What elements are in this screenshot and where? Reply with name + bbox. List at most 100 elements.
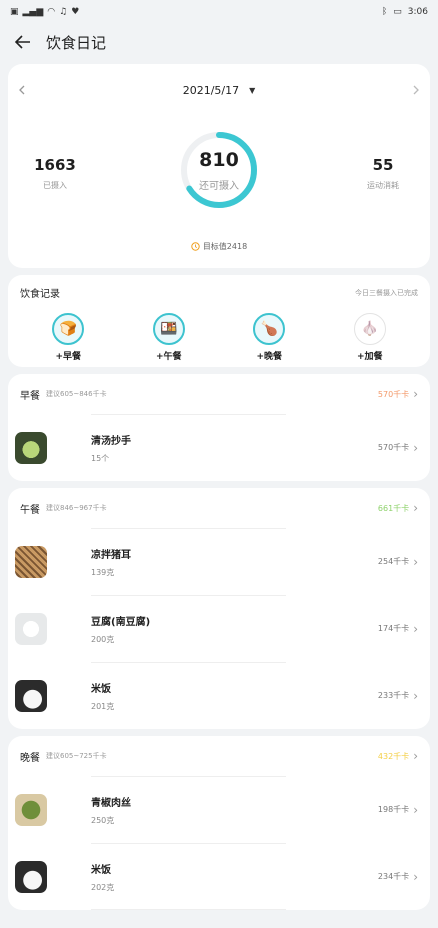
food-kcal: 233千卡 — [377, 691, 410, 700]
divider — [91, 414, 286, 415]
add-breakfast-label: +早餐 — [55, 352, 82, 362]
chevron-right-icon: › — [413, 869, 418, 884]
lunchbox-icon: 🍱 — [152, 313, 185, 345]
status-left: ▣ ▂▄▆ ◠ ♫ ♥ — [10, 7, 79, 17]
food-item[interactable]: 凉拌猪耳 139克 254千卡 › — [8, 528, 430, 595]
calorie-ring: 810 还可摄入 — [179, 130, 259, 210]
burned-value: 55 — [372, 156, 394, 174]
chevron-right-icon: › — [413, 749, 418, 763]
clock-icon — [191, 242, 200, 251]
burned-label: 运动消耗 — [367, 181, 399, 190]
food-kcal: 174千卡 — [377, 624, 410, 633]
dinner-hint: 建议605~725千卡 — [46, 752, 107, 760]
page-title: 饮食日记 — [46, 33, 107, 52]
add-dinner-button[interactable]: 🍗 +晚餐 — [229, 313, 309, 362]
sim-icon: ▣ — [10, 7, 19, 17]
garlic-icon: 🧄 — [353, 313, 386, 345]
food-item[interactable]: 米饭 202克 234千卡 › — [8, 843, 430, 910]
lunch-section: 午餐 建议846~967千卡 661千卡 › 凉拌猪耳 139克 254千卡 ›… — [8, 488, 430, 729]
date-label: 2021/5/17 — [182, 83, 240, 97]
summary-card: 2021/5/17 ▼ 1663 已摄入 810 还可摄入 55 运动消耗 目标… — [8, 64, 430, 268]
food-image — [15, 679, 47, 712]
divider — [91, 528, 286, 529]
food-name: 豆腐(南豆腐) — [91, 616, 151, 628]
goal-label: 目标值2418 — [202, 242, 248, 251]
chevron-right-icon: › — [413, 802, 418, 817]
food-image — [15, 545, 47, 578]
food-image — [15, 612, 47, 645]
add-lunch-button[interactable]: 🍱 +午餐 — [129, 313, 209, 362]
food-item[interactable]: 米饭 201克 233千卡 › — [8, 662, 430, 729]
breakfast-total: 570千卡 — [377, 389, 410, 399]
arrow-left-icon — [15, 35, 30, 49]
food-image — [15, 793, 47, 826]
add-snack-label: +加餐 — [356, 352, 383, 362]
food-kcal: 254千卡 — [377, 557, 410, 566]
remaining-value: 810 — [199, 148, 239, 171]
intake-label: 已摄入 — [43, 181, 67, 190]
breakfast-title: 早餐 — [20, 390, 40, 402]
burned-stat: 55 运动消耗 — [338, 156, 428, 191]
chevron-right-icon: › — [413, 501, 418, 515]
remaining-label: 还可摄入 — [199, 180, 239, 192]
food-name: 米饭 — [91, 683, 111, 695]
dinner-header[interactable]: 晚餐 建议605~725千卡 432千卡 › — [8, 736, 430, 776]
food-qty: 201克 — [91, 701, 115, 711]
caret-down-icon: ▼ — [249, 85, 256, 95]
add-dinner-label: +晚餐 — [256, 352, 283, 362]
chevron-right-icon: › — [413, 621, 418, 636]
add-breakfast-button[interactable]: 🍞 +早餐 — [28, 313, 108, 362]
food-kcal: 234千卡 — [377, 872, 410, 881]
divider — [91, 776, 286, 777]
chevron-right-icon: › — [413, 554, 418, 569]
bluetooth-icon: ᛒ — [381, 7, 388, 17]
food-item[interactable]: 豆腐(南豆腐) 200克 174千卡 › — [8, 595, 430, 662]
food-image — [15, 431, 47, 464]
food-item[interactable]: 青椒肉丝 250克 198千卡 › — [8, 776, 430, 843]
status-time: 3:06 — [407, 7, 428, 17]
status-bar: ▣ ▂▄▆ ◠ ♫ ♥ ᛒ ▭ 3:06 — [0, 0, 438, 24]
chevron-right-icon: › — [413, 440, 418, 455]
divider — [91, 662, 286, 663]
app-bar: 饮食日记 — [0, 24, 438, 60]
food-name: 米饭 — [91, 864, 111, 876]
food-item[interactable]: 清汤抄手 15个 570千卡 › — [8, 414, 430, 481]
food-name: 凉拌猪耳 — [91, 549, 131, 561]
divider — [91, 843, 286, 844]
lunch-header[interactable]: 午餐 建议846~967千卡 661千卡 › — [8, 488, 430, 528]
drumstick-icon: 🍗 — [253, 313, 286, 345]
intake-value: 1663 — [34, 156, 76, 174]
food-qty: 200克 — [91, 634, 115, 644]
wifi-icon: ◠ — [47, 7, 56, 17]
music-icon: ♫ — [59, 7, 68, 17]
lunch-hint: 建议846~967千卡 — [46, 504, 107, 512]
food-image — [15, 860, 47, 893]
dinner-title: 晚餐 — [20, 752, 40, 764]
bread-icon: 🍞 — [52, 313, 85, 345]
chevron-right-icon — [413, 85, 419, 95]
intake-stat: 1663 已摄入 — [10, 156, 100, 191]
back-button[interactable] — [10, 29, 36, 55]
food-qty: 250克 — [91, 815, 115, 825]
chevron-right-icon: › — [413, 688, 418, 703]
signal-icon: ▂▄▆ — [22, 7, 44, 17]
divider — [91, 909, 286, 910]
status-right: ᛒ ▭ 3:06 — [382, 7, 428, 17]
food-kcal: 198千卡 — [377, 805, 410, 814]
lunch-total: 661千卡 — [377, 503, 410, 513]
breakfast-section: 早餐 建议605~846千卡 570千卡 › 清汤抄手 15个 570千卡 › — [8, 374, 430, 481]
food-qty: 202克 — [91, 882, 115, 892]
add-snack-button[interactable]: 🧄 +加餐 — [330, 313, 410, 362]
dinner-total: 432千卡 — [377, 751, 410, 761]
records-title: 饮食记录 — [20, 289, 60, 300]
heart-icon: ♥ — [71, 7, 80, 17]
records-subtitle: 今日三餐摄入已完成 — [355, 288, 418, 297]
next-day-button[interactable] — [408, 82, 424, 98]
lunch-title: 午餐 — [20, 504, 40, 516]
goal-row: 目标值2418 — [8, 241, 430, 252]
food-qty: 139克 — [91, 567, 115, 577]
divider — [91, 595, 286, 596]
dinner-section: 晚餐 建议605~725千卡 432千卡 › 青椒肉丝 250克 198千卡 ›… — [8, 736, 430, 910]
date-selector[interactable]: 2021/5/17 ▼ — [8, 80, 430, 100]
breakfast-header[interactable]: 早餐 建议605~846千卡 570千卡 › — [8, 374, 430, 414]
